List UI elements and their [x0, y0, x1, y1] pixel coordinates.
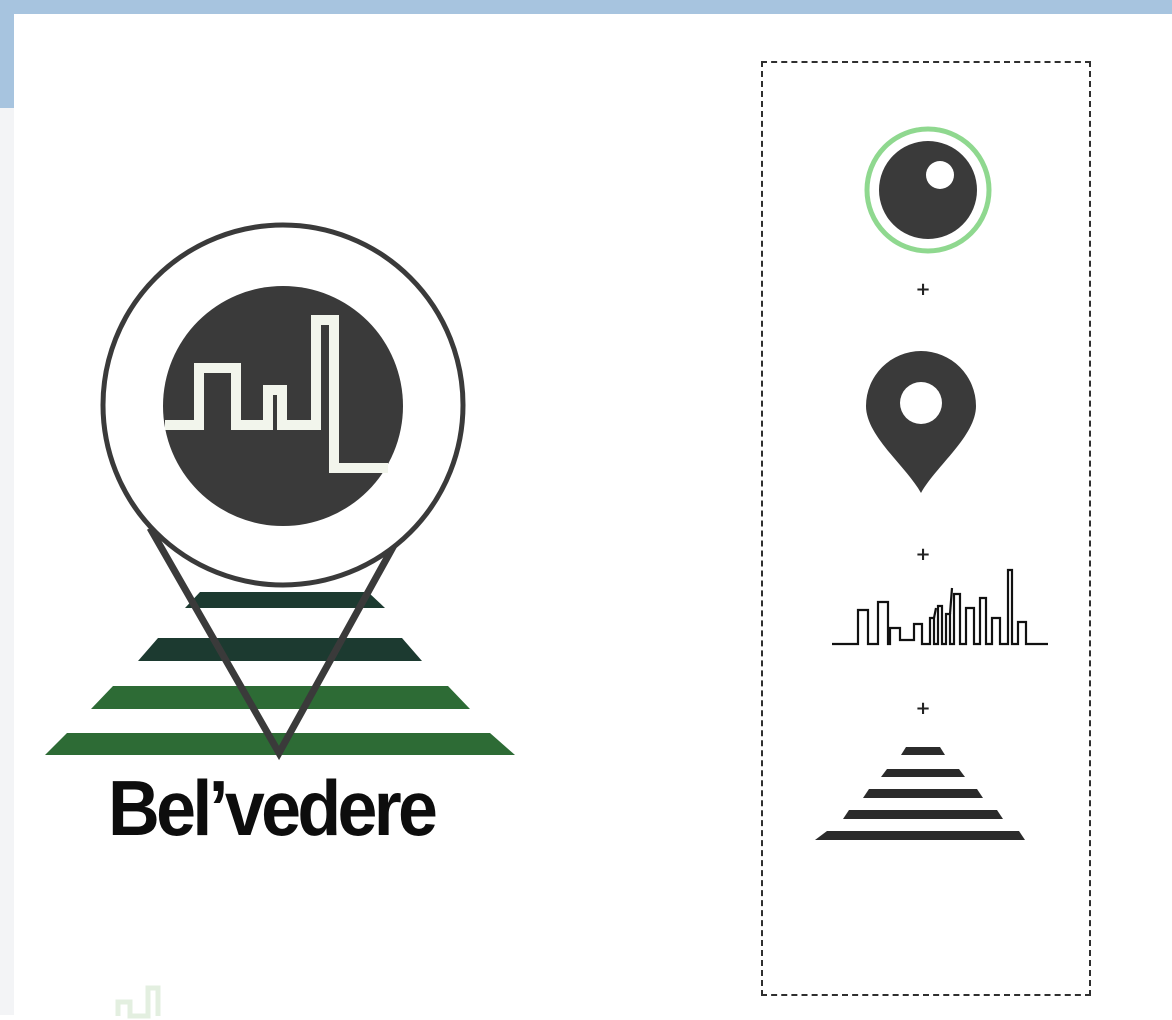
pyramid-stripe [138, 638, 422, 661]
city-skyline-icon [832, 568, 1048, 646]
pyramid-stripe [91, 686, 470, 709]
faint-skyline-watermark [115, 985, 161, 1019]
map-pin-icon [866, 351, 976, 493]
striped-pyramid-icon [815, 747, 1025, 840]
belvedere-logo: Bel’vedere [0, 0, 560, 1019]
pyramid-stripe [185, 592, 385, 608]
plus-separator: + [915, 279, 931, 300]
plus-separator: + [915, 698, 931, 719]
eye-icon [864, 126, 992, 254]
plus-separator: + [915, 544, 931, 565]
logo-graphic [45, 222, 515, 761]
brand-name: Bel’vedere [108, 764, 438, 852]
